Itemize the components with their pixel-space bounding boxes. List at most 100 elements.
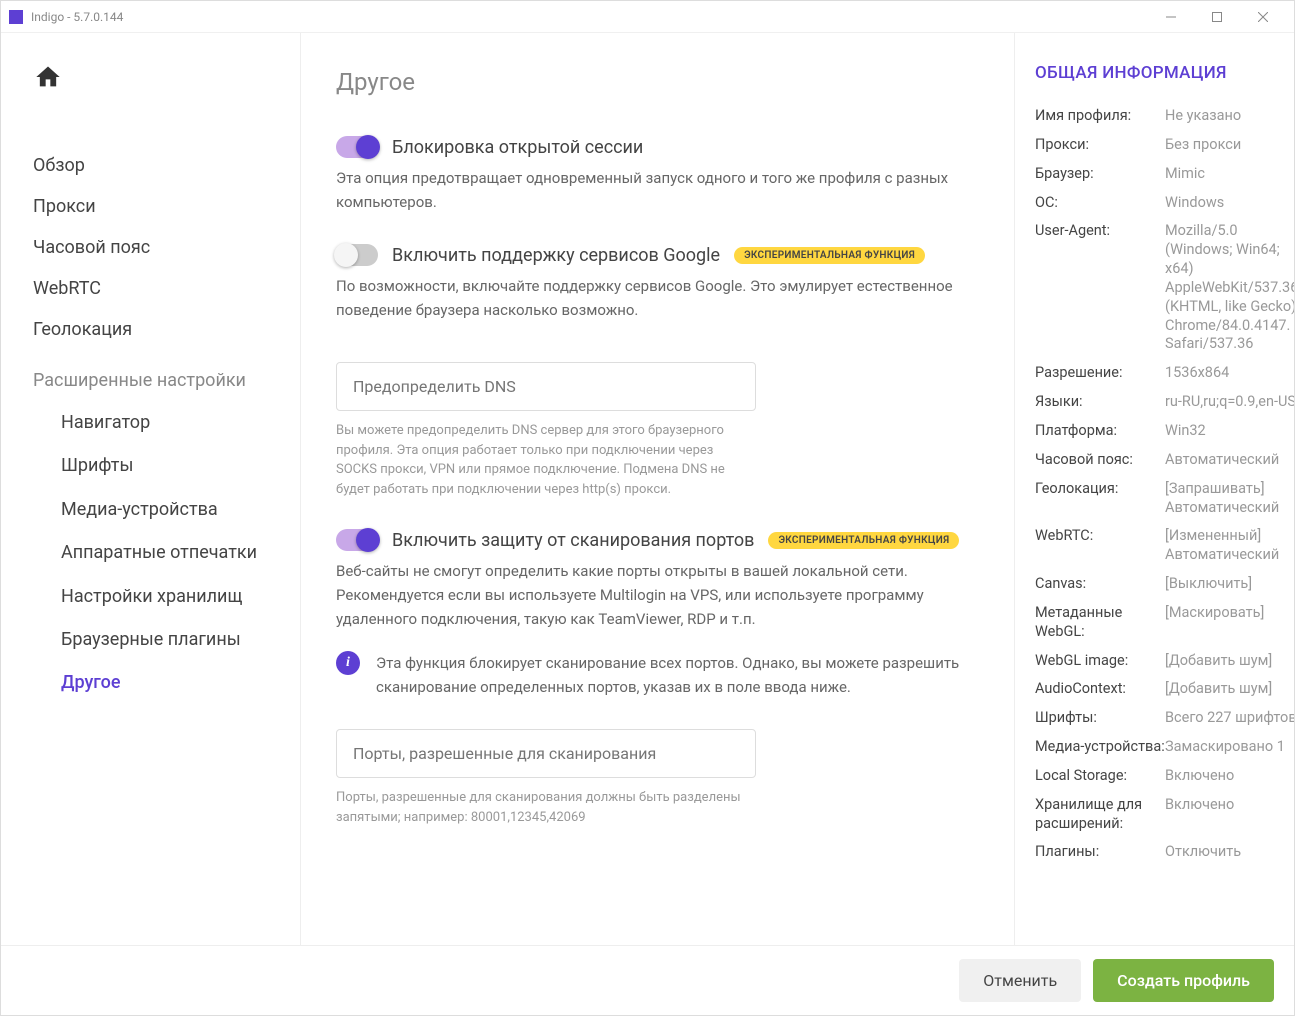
sidebar-item-fonts[interactable]: Шрифты xyxy=(1,444,300,487)
titlebar: Indigo - 5.7.0.144 xyxy=(1,1,1294,33)
info-value: Всего 227 шрифтов xyxy=(1165,709,1294,728)
label-session-lock: Блокировка открытой сессии xyxy=(392,137,643,158)
info-row: Языки:ru-RU,ru;q=0.9,en-US xyxy=(1035,393,1294,412)
sidebar-item-other[interactable]: Другое xyxy=(1,661,300,704)
info-key: Языки: xyxy=(1035,393,1165,412)
info-value: Автоматический xyxy=(1165,451,1294,470)
info-value: Win32 xyxy=(1165,422,1294,441)
toggle-port-scan[interactable] xyxy=(336,529,378,551)
info-block-port-scan: i Эта функция блокирует сканирование все… xyxy=(336,651,984,699)
cancel-button[interactable]: Отменить xyxy=(959,959,1081,1002)
info-key: Разрешение: xyxy=(1035,364,1165,383)
info-row: Метаданные WebGL:[Маскировать] xyxy=(1035,604,1294,642)
create-profile-button[interactable]: Создать профиль xyxy=(1093,959,1274,1002)
info-row: Local Storage:Включено xyxy=(1035,767,1294,786)
app-icon xyxy=(9,10,23,24)
sidebar-item-geolocation[interactable]: Геолокация xyxy=(1,309,300,350)
allowed-ports-help: Порты, разрешенные для сканирования долж… xyxy=(336,788,756,827)
sidebar-section-advanced: Расширенные настройки xyxy=(1,350,300,401)
info-value: Mimic xyxy=(1165,165,1294,184)
setting-google-services: Включить поддержку сервисов Google ЭКСПЕ… xyxy=(336,244,984,322)
info-row: WebGL image:[Добавить шум] xyxy=(1035,652,1294,671)
sidebar-item-timezone[interactable]: Часовой пояс xyxy=(1,227,300,268)
info-key: Хранилище для расширений: xyxy=(1035,796,1165,834)
desc-port-scan: Веб-сайты не смогут определить какие пор… xyxy=(336,559,984,631)
info-row: Медиа-устройства:Замаскировано 1 xyxy=(1035,738,1294,757)
info-key: ОС: xyxy=(1035,194,1165,213)
sidebar-item-webrtc[interactable]: WebRTC xyxy=(1,268,300,309)
info-value: [Запрашивать] Автоматический xyxy=(1165,480,1294,518)
dns-input[interactable] xyxy=(336,362,756,411)
info-panel: ОБЩАЯ ИНФОРМАЦИЯ Имя профиля:Не указано П… xyxy=(1014,33,1294,1015)
info-value: Не указано xyxy=(1165,107,1294,126)
info-row: User-Agent:Mozilla/5.0 (Windows; Win64; … xyxy=(1035,222,1294,354)
info-key: Шрифты: xyxy=(1035,709,1165,728)
close-button[interactable] xyxy=(1240,2,1286,32)
sidebar-item-overview[interactable]: Обзор xyxy=(1,145,300,186)
sidebar-item-storage-settings[interactable]: Настройки хранилищ xyxy=(1,575,300,618)
info-row: Плагины:Отключить xyxy=(1035,843,1294,862)
info-row: Геолокация:[Запрашивать] Автоматический xyxy=(1035,480,1294,518)
minimize-button[interactable] xyxy=(1148,2,1194,32)
info-value: Windows xyxy=(1165,194,1294,213)
info-icon: i xyxy=(336,651,360,675)
info-value: Замаскировано 1 xyxy=(1165,738,1294,757)
info-key: User-Agent: xyxy=(1035,222,1165,354)
info-key: Local Storage: xyxy=(1035,767,1165,786)
window-controls xyxy=(1148,2,1286,32)
info-value: Включено xyxy=(1165,767,1294,786)
sidebar: Обзор Прокси Часовой пояс WebRTC Геолока… xyxy=(1,33,301,1015)
info-key: Браузер: xyxy=(1035,165,1165,184)
setting-port-scan: Включить защиту от сканирования портов Э… xyxy=(336,529,984,827)
page-title: Другое xyxy=(336,68,984,96)
desc-google-services: По возможности, включайте поддержку серв… xyxy=(336,274,984,322)
setting-dns: Вы можете предопределить DNS сервер для … xyxy=(336,352,984,499)
info-value: [Измененный] Автоматический xyxy=(1165,527,1294,565)
info-value: Mozilla/5.0 (Windows; Win64; x64) AppleW… xyxy=(1165,222,1294,354)
sidebar-item-proxy[interactable]: Прокси xyxy=(1,186,300,227)
sidebar-item-navigator[interactable]: Навигатор xyxy=(1,401,300,444)
sidebar-item-hardware-fingerprints[interactable]: Аппаратные отпечатки xyxy=(1,531,300,574)
home-icon[interactable] xyxy=(33,63,300,95)
info-key: WebRTC: xyxy=(1035,527,1165,565)
info-panel-title: ОБЩАЯ ИНФОРМАЦИЯ xyxy=(1035,63,1294,83)
info-row: Разрешение:1536x864 xyxy=(1035,364,1294,383)
label-google-services: Включить поддержку сервисов Google xyxy=(392,245,720,266)
info-value: [Маскировать] xyxy=(1165,604,1294,642)
info-row: ОС:Windows xyxy=(1035,194,1294,213)
sidebar-item-browser-plugins[interactable]: Браузерные плагины xyxy=(1,618,300,661)
badge-experimental: ЭКСПЕРИМЕНТАЛЬНАЯ ФУНКЦИЯ xyxy=(734,247,925,264)
info-key: AudioContext: xyxy=(1035,680,1165,699)
info-row: Часовой пояс:Автоматический xyxy=(1035,451,1294,470)
info-text-port-scan: Эта функция блокирует сканирование всех … xyxy=(376,651,984,699)
info-row: Имя профиля:Не указано xyxy=(1035,107,1294,126)
info-row: Браузер:Mimic xyxy=(1035,165,1294,184)
main-content: Другое Блокировка открытой сессии Эта оп… xyxy=(301,33,1014,1015)
info-key: Часовой пояс: xyxy=(1035,451,1165,470)
info-key: WebGL image: xyxy=(1035,652,1165,671)
info-value: ru-RU,ru;q=0.9,en-US xyxy=(1165,393,1294,412)
info-key: Метаданные WebGL: xyxy=(1035,604,1165,642)
info-row: Шрифты:Всего 227 шрифтов xyxy=(1035,709,1294,728)
info-row: Прокси:Без прокси xyxy=(1035,136,1294,155)
badge-experimental-2: ЭКСПЕРИМЕНТАЛЬНАЯ ФУНКЦИЯ xyxy=(768,532,959,549)
info-value: 1536x864 xyxy=(1165,364,1294,383)
info-key: Медиа-устройства: xyxy=(1035,738,1165,757)
setting-session-lock: Блокировка открытой сессии Эта опция пре… xyxy=(336,136,984,214)
toggle-session-lock[interactable] xyxy=(336,136,378,158)
toggle-google-services[interactable] xyxy=(336,244,378,266)
info-row: Canvas:[Выключить] xyxy=(1035,575,1294,594)
desc-session-lock: Эта опция предотвращает одновременный за… xyxy=(336,166,984,214)
info-row: AudioContext:[Добавить шум] xyxy=(1035,680,1294,699)
info-row: WebRTC:[Измененный] Автоматический xyxy=(1035,527,1294,565)
info-value: [Добавить шум] xyxy=(1165,652,1294,671)
allowed-ports-input[interactable] xyxy=(336,729,756,778)
maximize-button[interactable] xyxy=(1194,2,1240,32)
info-key: Canvas: xyxy=(1035,575,1165,594)
info-key: Геолокация: xyxy=(1035,480,1165,518)
sidebar-item-media-devices[interactable]: Медиа-устройства xyxy=(1,488,300,531)
info-key: Платформа: xyxy=(1035,422,1165,441)
info-row: Хранилище для расширений:Включено xyxy=(1035,796,1294,834)
window-title: Indigo - 5.7.0.144 xyxy=(31,10,1148,24)
info-value: [Выключить] xyxy=(1165,575,1294,594)
